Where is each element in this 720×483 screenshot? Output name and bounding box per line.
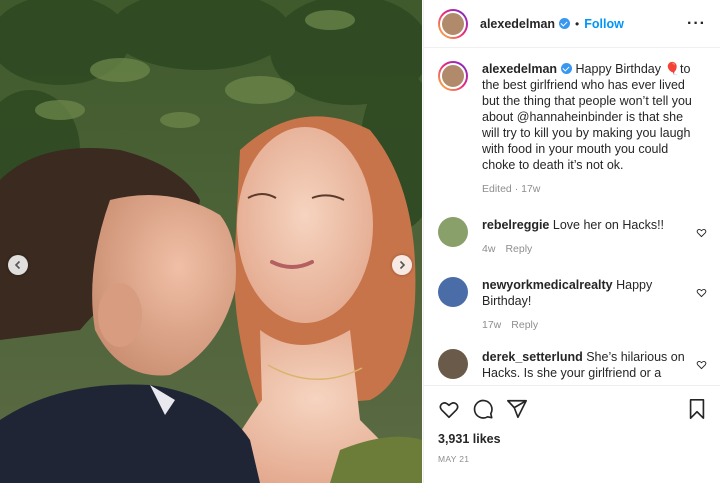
share-icon bbox=[507, 399, 527, 419]
chevron-right-icon bbox=[399, 260, 406, 270]
carousel-next-button[interactable] bbox=[392, 255, 412, 275]
comment-avatar[interactable] bbox=[438, 349, 468, 379]
reply-button[interactable]: Reply bbox=[505, 243, 532, 255]
carousel-prev-button[interactable] bbox=[8, 255, 28, 275]
comment-avatar[interactable] bbox=[438, 277, 468, 307]
caption-username[interactable]: alexedelman bbox=[482, 62, 557, 76]
comment-text: Love her on Hacks!! bbox=[549, 218, 665, 232]
likes-count[interactable]: 3,931 likes bbox=[438, 432, 707, 446]
comment-avatar[interactable] bbox=[438, 217, 468, 247]
heart-icon[interactable] bbox=[696, 287, 707, 298]
post-side-panel: alexedelman • Follow ··· alexedelman Hap… bbox=[423, 0, 720, 483]
verified-badge-icon bbox=[561, 63, 573, 74]
author-username[interactable]: alexedelman bbox=[480, 17, 555, 31]
comment-item: rebelreggie Love her on Hacks!! 4w Reply bbox=[438, 217, 707, 257]
comment-item: newyorkmedicalrealty Happy Birthday! 17w… bbox=[438, 277, 707, 333]
verified-badge-icon bbox=[559, 18, 571, 29]
save-icon bbox=[689, 399, 705, 419]
photo-image bbox=[0, 0, 422, 483]
reply-button[interactable]: Reply bbox=[511, 319, 538, 331]
comment-username[interactable]: newyorkmedicalrealty bbox=[482, 278, 613, 292]
comment-username[interactable]: derek_setterlund bbox=[482, 350, 583, 364]
post-date: MAY 21 bbox=[438, 454, 470, 464]
heart-icon[interactable] bbox=[696, 359, 707, 370]
caption-avatar[interactable] bbox=[438, 61, 468, 91]
post-header: alexedelman • Follow ··· bbox=[424, 0, 720, 48]
like-button[interactable] bbox=[438, 398, 460, 420]
post-photo[interactable] bbox=[0, 0, 422, 483]
action-bar: 3,931 likes MAY 21 bbox=[424, 385, 720, 464]
comment-icon bbox=[473, 399, 493, 419]
heart-icon bbox=[439, 402, 459, 419]
caption-text: Happy Birthday 🎈to the best girlfriend w… bbox=[482, 62, 692, 172]
comments-list[interactable]: alexedelman Happy Birthday 🎈to the best … bbox=[424, 49, 720, 382]
follow-button[interactable]: Follow bbox=[584, 17, 624, 31]
heart-icon[interactable] bbox=[696, 227, 707, 238]
save-button[interactable] bbox=[687, 398, 707, 420]
header-dot: • bbox=[575, 16, 580, 31]
comment-button[interactable] bbox=[472, 398, 494, 420]
caption: alexedelman Happy Birthday 🎈to the best … bbox=[438, 61, 707, 197]
share-button[interactable] bbox=[506, 398, 528, 420]
comment-age: 4w bbox=[482, 243, 496, 255]
author-avatar[interactable] bbox=[438, 8, 468, 39]
comment-item: derek_setterlund She’s hilarious on Hack… bbox=[438, 349, 707, 381]
caption-edited: Edited · 17w bbox=[482, 183, 541, 195]
more-icon[interactable]: ··· bbox=[687, 15, 706, 33]
comment-username[interactable]: rebelreggie bbox=[482, 218, 549, 232]
chevron-left-icon bbox=[14, 260, 21, 270]
comment-age: 17w bbox=[482, 319, 502, 331]
